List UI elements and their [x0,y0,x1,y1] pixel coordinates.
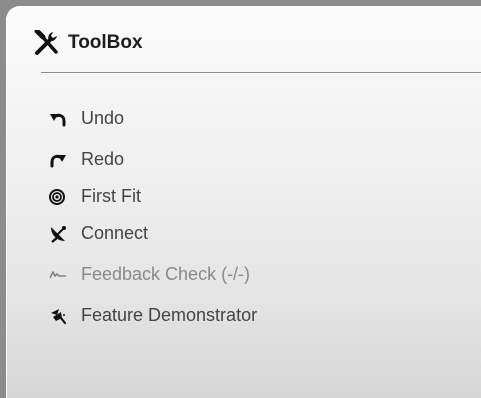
magic-wand-icon [49,306,72,326]
feature-demonstrator-item[interactable]: Feature Demonstrator [46,295,257,336]
toolbox-menu: Undo Redo First Fit Connect Feedback Che… [46,98,257,336]
feedback-check-item[interactable]: Feedback Check (-/-) [46,254,257,295]
feature-demonstrator-label: Feature Demonstrator [81,305,258,325]
undo-label: Undo [81,108,125,128]
first-fit-item[interactable]: First Fit [46,180,257,213]
satellite-dish-icon [49,224,72,244]
tools-icon [34,28,66,58]
redo-icon [49,150,72,170]
toolbox-header: ToolBox [34,28,143,58]
toolbox-panel: ToolBox Undo Redo First Fit Connect Feed… [6,6,481,398]
redo-item[interactable]: Redo [46,139,257,180]
toolbox-title: ToolBox [68,32,143,53]
undo-icon [49,109,72,129]
connect-item[interactable]: Connect [46,213,257,254]
redo-label: Redo [81,149,125,169]
feedback-check-label: Feedback Check (-/-) [81,264,251,284]
target-icon [49,187,72,207]
waveform-icon [49,265,72,285]
first-fit-label: First Fit [81,186,141,206]
header-divider [41,72,481,73]
undo-item[interactable]: Undo [46,98,257,139]
connect-label: Connect [81,223,149,243]
